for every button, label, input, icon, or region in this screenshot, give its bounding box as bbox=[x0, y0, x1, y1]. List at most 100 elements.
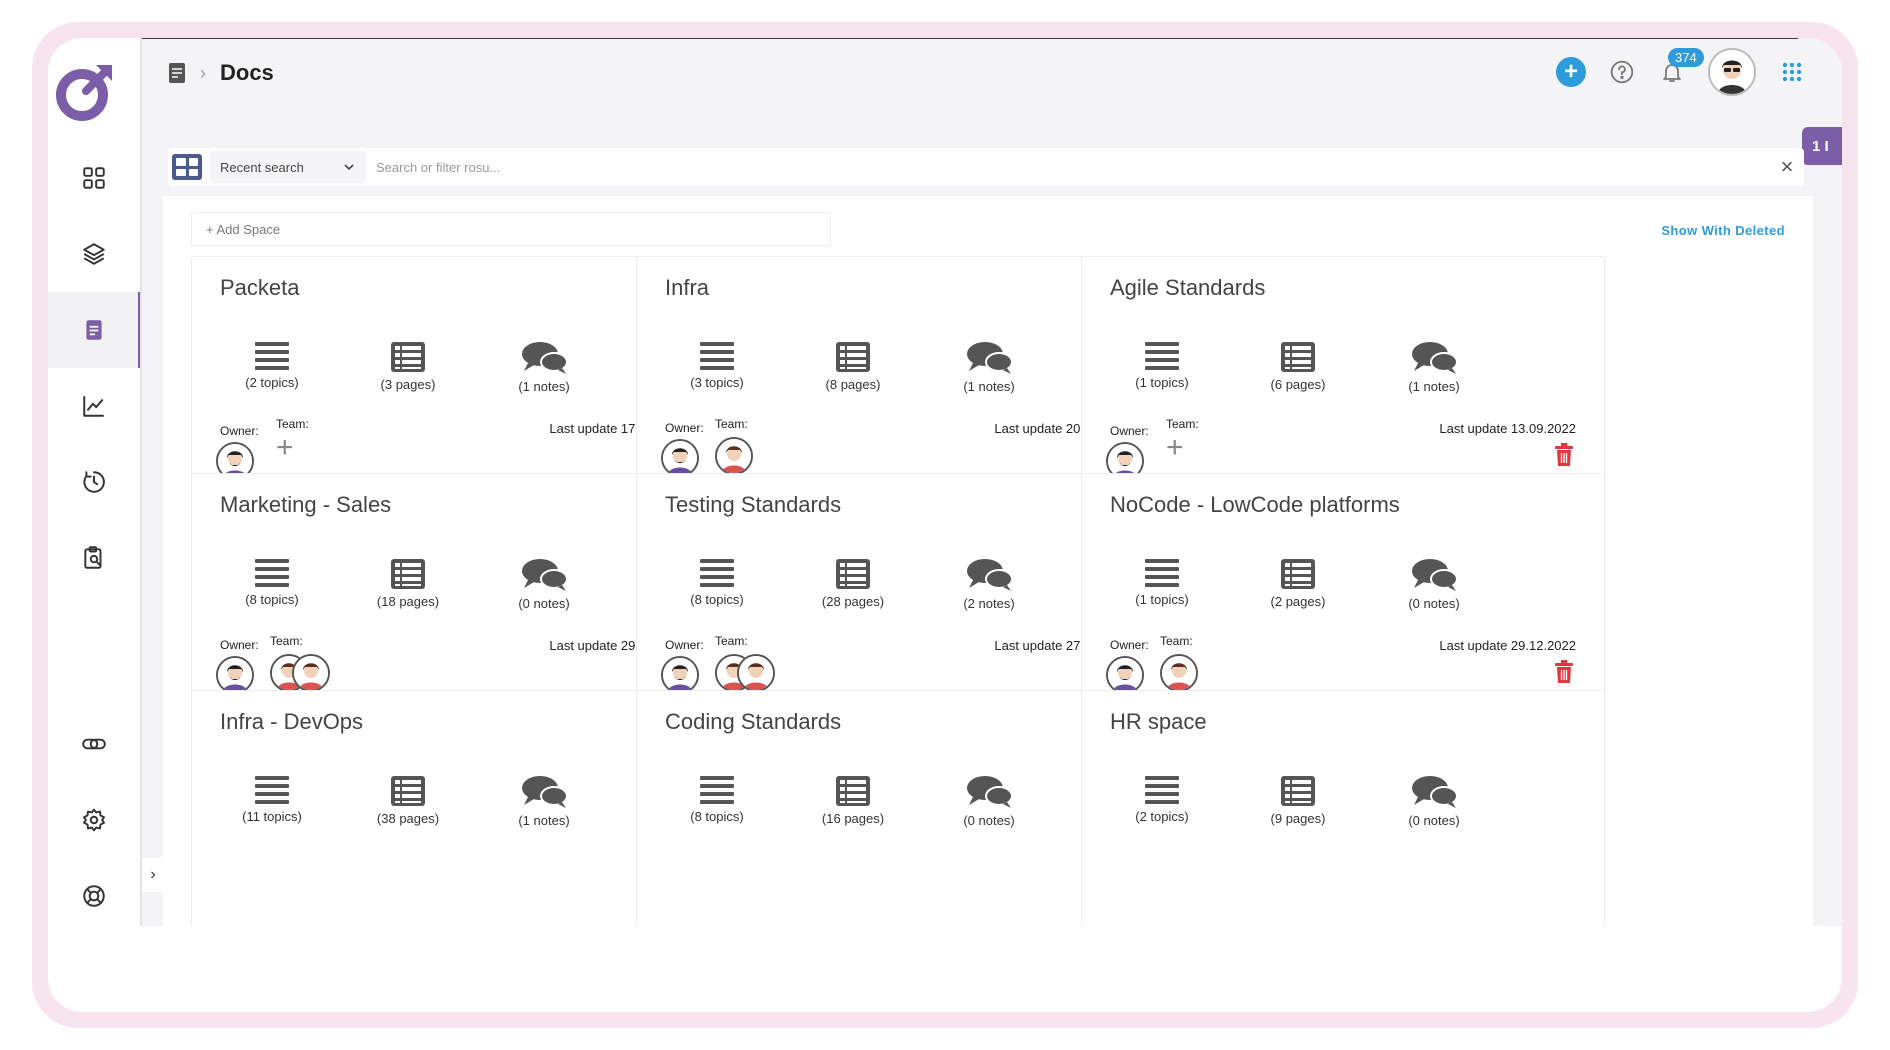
pages-stat[interactable]: (8 pages) bbox=[798, 341, 908, 392]
add-team-member-plus-icon[interactable]: + bbox=[1166, 433, 1184, 463]
sidebar-item-integrations[interactable] bbox=[48, 706, 140, 782]
device-frame: › › Docs + 374 1 I Recent search Search … bbox=[32, 22, 1858, 1028]
view-toggle-grid-icon[interactable] bbox=[172, 154, 202, 180]
team-member-avatar[interactable] bbox=[715, 437, 753, 475]
help-button[interactable] bbox=[1608, 58, 1636, 86]
recent-search-dropdown[interactable]: Recent search bbox=[210, 151, 366, 183]
notes-stat[interactable]: (0 notes) bbox=[1379, 558, 1489, 611]
team-label: Team: bbox=[270, 634, 303, 648]
logo[interactable] bbox=[50, 55, 120, 125]
pages-stat[interactable]: (6 pages) bbox=[1243, 341, 1353, 392]
owner-avatar[interactable] bbox=[216, 656, 254, 694]
sidebar-item-reports[interactable] bbox=[48, 368, 140, 444]
notes-stat[interactable]: (1 notes) bbox=[489, 775, 599, 828]
spaces-panel: + Add Space Show With Deleted Packeta (2 … bbox=[163, 196, 1813, 926]
sidebar-item-layers[interactable] bbox=[48, 216, 140, 292]
topics-stat[interactable]: (8 topics) bbox=[217, 558, 327, 607]
notes-count: (1 notes) bbox=[963, 379, 1015, 394]
space-card[interactable]: HR space (2 topics) (9 pages) (0 notes) bbox=[1081, 690, 1605, 926]
topics-count: (1 topics) bbox=[1135, 375, 1189, 390]
topics-count: (8 topics) bbox=[245, 592, 299, 607]
space-title[interactable]: Infra - DevOps bbox=[220, 709, 363, 735]
delete-space-button[interactable] bbox=[1554, 443, 1574, 467]
space-title[interactable]: Packeta bbox=[220, 275, 300, 301]
notes-chat-icon bbox=[967, 342, 1013, 374]
team-avatar-icon bbox=[294, 656, 328, 690]
notifications-button[interactable]: 374 bbox=[1658, 48, 1704, 86]
topics-stat[interactable]: (8 topics) bbox=[662, 775, 772, 824]
space-title[interactable]: Agile Standards bbox=[1110, 275, 1265, 301]
team-label: Team: bbox=[1166, 417, 1199, 431]
add-team-member-plus-icon[interactable]: + bbox=[276, 433, 294, 463]
sidebar-item-support[interactable] bbox=[48, 858, 140, 926]
space-title[interactable]: Infra bbox=[665, 275, 709, 301]
link-icon bbox=[82, 738, 106, 750]
owner-avatar[interactable] bbox=[661, 439, 699, 477]
topics-count: (2 topics) bbox=[1135, 809, 1189, 824]
pages-stat[interactable]: (3 pages) bbox=[353, 341, 463, 392]
space-title[interactable]: Coding Standards bbox=[665, 709, 841, 735]
notes-chat-icon bbox=[522, 342, 568, 374]
team-member-avatar[interactable] bbox=[1160, 654, 1198, 692]
pages-table-icon bbox=[1281, 776, 1315, 806]
clear-search-button[interactable]: × bbox=[1770, 154, 1804, 180]
topics-stat[interactable]: (2 topics) bbox=[217, 341, 327, 390]
sidebar-item-docs[interactable] bbox=[48, 292, 142, 368]
owner-avatar-icon bbox=[663, 658, 697, 692]
pages-stat[interactable]: (38 pages) bbox=[353, 775, 463, 826]
topics-stat[interactable]: (1 topics) bbox=[1107, 558, 1217, 607]
owner-avatar[interactable] bbox=[661, 656, 699, 694]
topics-stat[interactable]: (1 topics) bbox=[1107, 341, 1217, 390]
topics-stat[interactable]: (3 topics) bbox=[662, 341, 772, 390]
team-member-avatar[interactable] bbox=[737, 654, 775, 692]
pages-stat[interactable]: (9 pages) bbox=[1243, 775, 1353, 826]
pages-table-icon bbox=[836, 342, 870, 372]
sidebar-item-timer[interactable] bbox=[48, 444, 140, 520]
create-button[interactable]: + bbox=[1556, 57, 1586, 87]
topics-count: (8 topics) bbox=[690, 592, 744, 607]
notes-chat-icon bbox=[522, 776, 568, 808]
pages-stat[interactable]: (16 pages) bbox=[798, 775, 908, 826]
space-card[interactable]: Agile Standards (1 topics) (6 pages) (1 not… bbox=[1081, 256, 1605, 506]
pages-count: (28 pages) bbox=[821, 594, 885, 609]
pages-stat[interactable]: (28 pages) bbox=[798, 558, 908, 609]
notes-stat[interactable]: (0 notes) bbox=[934, 775, 1044, 828]
sidebar-item-settings[interactable] bbox=[48, 782, 140, 858]
topics-stat[interactable]: (2 topics) bbox=[1107, 775, 1217, 824]
topics-stat[interactable]: (8 topics) bbox=[662, 558, 772, 607]
space-title[interactable]: Marketing - Sales bbox=[220, 492, 391, 518]
notes-stat[interactable]: (0 notes) bbox=[1379, 775, 1489, 828]
sidebar-item-audit[interactable] bbox=[48, 520, 140, 596]
last-update: Last update 29.12.2022 bbox=[1439, 638, 1576, 653]
space-title[interactable]: Testing Standards bbox=[665, 492, 841, 518]
notes-stat[interactable]: (1 notes) bbox=[934, 341, 1044, 394]
apps-button[interactable] bbox=[1778, 58, 1806, 86]
topics-list-icon bbox=[700, 559, 734, 587]
notes-stat[interactable]: (1 notes) bbox=[489, 341, 599, 394]
delete-space-button[interactable] bbox=[1554, 660, 1574, 684]
topics-stat[interactable]: (11 topics) bbox=[217, 775, 327, 824]
owner-avatar[interactable] bbox=[1106, 656, 1144, 694]
notes-stat[interactable]: (2 notes) bbox=[934, 558, 1044, 611]
notes-stat[interactable]: (1 notes) bbox=[1379, 341, 1489, 394]
sidebar-item-dashboard[interactable] bbox=[48, 140, 140, 216]
pages-table-icon bbox=[1281, 559, 1315, 589]
pages-table-icon bbox=[1281, 342, 1315, 372]
trash-icon bbox=[1555, 443, 1573, 466]
space-card[interactable]: NoCode - LowCode platforms (1 topics) (2 p… bbox=[1081, 473, 1605, 723]
space-title[interactable]: HR space bbox=[1110, 709, 1207, 735]
search-input[interactable] bbox=[370, 151, 1770, 183]
add-space-input[interactable]: + Add Space bbox=[191, 212, 831, 246]
team-member-avatar[interactable] bbox=[292, 654, 330, 692]
pages-stat[interactable]: (18 pages) bbox=[353, 558, 463, 609]
notes-count: (1 notes) bbox=[518, 813, 570, 828]
pages-stat[interactable]: (2 pages) bbox=[1243, 558, 1353, 609]
notes-stat[interactable]: (0 notes) bbox=[489, 558, 599, 611]
show-with-deleted-link[interactable]: Show With Deleted bbox=[1661, 223, 1785, 238]
side-panel-tab[interactable]: 1 I bbox=[1802, 127, 1842, 165]
sidebar-collapse-button[interactable]: › bbox=[142, 858, 164, 892]
user-avatar[interactable] bbox=[1708, 48, 1756, 96]
space-title[interactable]: NoCode - LowCode platforms bbox=[1110, 492, 1400, 518]
recent-search-label: Recent search bbox=[220, 159, 304, 175]
pages-table-icon bbox=[391, 776, 425, 806]
